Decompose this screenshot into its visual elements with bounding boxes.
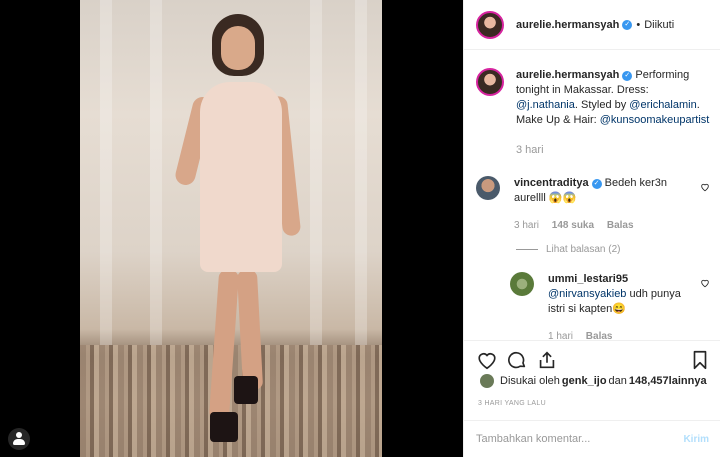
curtain-fold xyxy=(100,0,112,345)
mention-link[interactable]: @nirvansyakieb xyxy=(548,288,626,300)
view-replies-button[interactable]: Lihat balasan (2) xyxy=(516,244,621,255)
separator-dot: • xyxy=(636,18,641,31)
post-actions xyxy=(464,340,720,372)
figure-dress xyxy=(200,82,282,272)
curtain-fold xyxy=(310,0,322,345)
mention-link[interactable]: @kunsoomakeupartist xyxy=(600,114,710,126)
verified-icon: ✓ xyxy=(622,19,633,30)
verified-icon: ✓ xyxy=(622,71,633,81)
author-username[interactable]: aurelie.hermansyah xyxy=(516,19,619,31)
comment-body: vincentraditya ✓ Bedeh ker3n aurellll 😱😱 … xyxy=(514,176,682,233)
like-comment-icon[interactable] xyxy=(700,182,710,192)
comment-item: vincentraditya ✓ Bedeh ker3n aurellll 😱😱 … xyxy=(476,176,712,233)
curtain-fold xyxy=(150,0,162,345)
like-reply-icon[interactable] xyxy=(700,278,710,288)
add-comment-bar: Kirim xyxy=(464,420,720,457)
view-replies-label: Lihat balasan (2) xyxy=(546,244,621,255)
post-header: aurelie.hermansyah ✓ • Diikuti xyxy=(464,0,720,50)
curtain-fold xyxy=(355,0,367,345)
comment-username[interactable]: vincentraditya xyxy=(514,177,589,189)
tagged-user-icon[interactable] xyxy=(8,428,30,450)
likes-suffix[interactable]: lainnya xyxy=(669,375,707,387)
mention-link[interactable]: @j.nathania xyxy=(516,99,575,111)
post-photo[interactable] xyxy=(80,0,382,457)
avatar[interactable] xyxy=(510,272,534,296)
reply-item: ummi_lestari95 @nirvansyakieb udh punya … xyxy=(510,272,712,344)
posted-time[interactable]: 3 HARI YANG LALU xyxy=(478,400,546,407)
figure-face xyxy=(221,26,255,70)
post-caption: aurelie.hermansyah ✓ Performing tonight i… xyxy=(476,68,712,158)
likes-count[interactable]: 148,457 xyxy=(629,375,669,387)
figure-shoe xyxy=(210,412,238,442)
comment-meta: 3 hari 148 suka Balas xyxy=(514,218,682,233)
media-pane xyxy=(0,0,463,457)
reply-body: ummi_lestari95 @nirvansyakieb udh punya … xyxy=(548,272,698,344)
avatar[interactable] xyxy=(480,374,494,388)
likes-middle: dan xyxy=(608,375,627,387)
share-icon[interactable] xyxy=(536,349,558,371)
comment-icon[interactable] xyxy=(506,349,528,371)
caption-time[interactable]: 3 hari xyxy=(516,143,712,158)
likes-prefix: Disukai oleh xyxy=(500,375,560,387)
caption-text-part: . Styled by xyxy=(574,99,630,111)
avatar[interactable] xyxy=(476,68,504,96)
mention-link[interactable]: @erichalamin xyxy=(629,99,696,111)
avatar[interactable] xyxy=(476,176,500,200)
comment-likes[interactable]: 148 suka xyxy=(552,220,594,231)
reply-button[interactable]: Balas xyxy=(607,220,634,231)
bookmark-icon[interactable] xyxy=(689,349,711,371)
reply-username[interactable]: ummi_lestari95 xyxy=(548,273,628,285)
figure-shoe xyxy=(234,376,258,404)
likes-summary: Disukai oleh genk_ijo dan 148,457 lainny… xyxy=(480,374,707,388)
post-details-pane: aurelie.hermansyah ✓ • Diikuti aurelie.h… xyxy=(463,0,720,457)
replies-divider xyxy=(516,249,538,250)
likes-user[interactable]: genk_ijo xyxy=(562,375,607,387)
avatar[interactable] xyxy=(476,10,504,39)
verified-icon: ✓ xyxy=(591,179,602,189)
caption-username[interactable]: aurelie.hermansyah xyxy=(516,69,619,81)
caption-text: aurelie.hermansyah ✓ Performing tonight i… xyxy=(516,68,712,158)
comment-input[interactable] xyxy=(476,433,684,445)
follow-status-button[interactable]: Diikuti xyxy=(644,19,674,31)
post-comment-button[interactable]: Kirim xyxy=(683,434,709,445)
heart-icon[interactable] xyxy=(476,349,498,371)
comment-time[interactable]: 3 hari xyxy=(514,220,539,231)
